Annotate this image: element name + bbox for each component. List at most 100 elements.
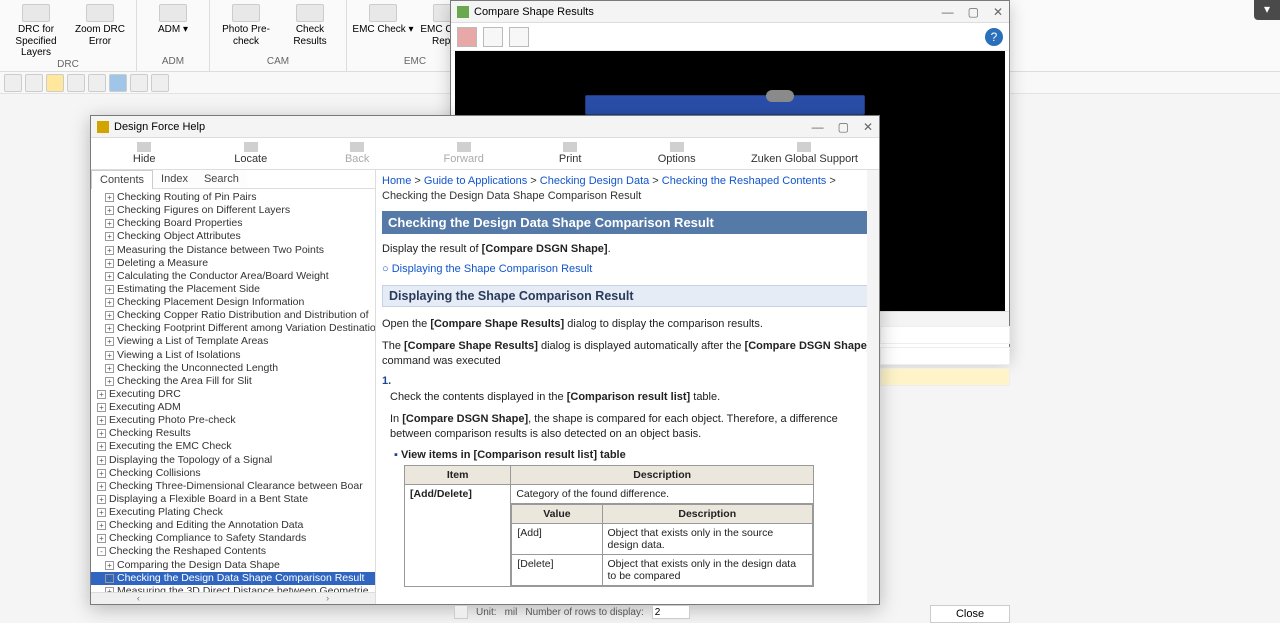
help-window-title: Design Force Help	[114, 121, 205, 133]
tree-item[interactable]: +Checking Copper Ratio Distribution and …	[91, 309, 375, 322]
tree-item[interactable]: +Checking Footprint Different among Vari…	[91, 322, 375, 335]
close-button[interactable]: ✕	[993, 5, 1003, 19]
help-app-icon	[97, 121, 109, 133]
tree-item[interactable]: +Executing Plating Check	[91, 506, 375, 519]
check-results-button[interactable]: Check Results	[278, 2, 342, 47]
unit-icon[interactable]	[454, 605, 468, 619]
auto-para: The [Compare Shape Results] dialog is di…	[382, 339, 873, 370]
step-para-b: In [Compare DSGN Shape], the shape is co…	[390, 412, 873, 443]
tree-item[interactable]: +Checking Compliance to Safety Standards	[91, 532, 375, 545]
footer-status: Unit: mil Number of rows to display:	[454, 605, 690, 619]
side-stack	[880, 326, 1010, 406]
ctool-copy[interactable]	[483, 27, 503, 47]
qtool-7[interactable]	[130, 74, 148, 92]
inner-table: Value Description [Add] Object that exis…	[511, 504, 813, 586]
view-items-heading: View items in [Comparison result list] t…	[394, 449, 873, 461]
tree-item[interactable]: +Executing Photo Pre-check	[91, 414, 375, 427]
help-close-button[interactable]: ✕	[863, 120, 873, 134]
qtool-3[interactable]	[46, 74, 64, 92]
qtool-5[interactable]	[88, 74, 106, 92]
qtool-8[interactable]	[151, 74, 169, 92]
close-button-footer[interactable]: Close	[930, 605, 1010, 623]
help-tree[interactable]: +Checking Routing of Pin Pairs+Checking …	[91, 189, 375, 592]
help-toolbar: Hide Locate Back Forward Print Options Z…	[91, 138, 879, 170]
help-support-button[interactable]: Zuken Global Support	[730, 138, 879, 169]
photo-precheck-button[interactable]: Photo Pre-check	[214, 2, 278, 47]
compare-window-title: Compare Shape Results	[474, 6, 594, 18]
help-options-button[interactable]: Options	[623, 138, 729, 169]
tree-item[interactable]: +Viewing a List of Isolations	[91, 349, 375, 362]
tree-item[interactable]: +Displaying a Flexible Board in a Bent S…	[91, 493, 375, 506]
tree-item[interactable]: +Deleting a Measure	[91, 257, 375, 270]
tree-item[interactable]: +Executing the EMC Check	[91, 440, 375, 453]
tree-item[interactable]: +Measuring the Distance between Two Poin…	[91, 244, 375, 257]
drc-specified-layers-button[interactable]: DRC for Specified Layers	[4, 2, 68, 59]
tree-item[interactable]: +Calculating the Conductor Area/Board We…	[91, 270, 375, 283]
help-back-button[interactable]: Back	[304, 138, 410, 169]
tree-item[interactable]: +Executing ADM	[91, 401, 375, 414]
qtool-1[interactable]	[4, 74, 22, 92]
tree-item[interactable]: +Checking the Unconnected Length	[91, 362, 375, 375]
rows-input[interactable]	[652, 605, 690, 619]
crumb-guide[interactable]: Guide to Applications	[424, 175, 527, 187]
help-locate-button[interactable]: Locate	[197, 138, 303, 169]
tab-contents[interactable]: Contents	[91, 170, 153, 189]
tree-item[interactable]: +Checking Placement Design Information	[91, 296, 375, 309]
tree-item[interactable]: +Comparing the Design Data Shape	[91, 559, 375, 572]
tab-index[interactable]: Index	[153, 170, 196, 188]
side-tab-toggle[interactable]: ▾	[1254, 0, 1280, 20]
compare-toolbar: ?	[451, 23, 1009, 51]
step-para-a: Check the contents displayed in the [Com…	[390, 390, 873, 405]
help-forward-button[interactable]: Forward	[410, 138, 516, 169]
tree-item[interactable]: +Checking the Area Fill for Slit	[91, 375, 375, 388]
tree-item[interactable]: +Checking Routing of Pin Pairs	[91, 191, 375, 204]
compare-window-titlebar[interactable]: Compare Shape Results — ▢ ✕	[451, 1, 1009, 23]
minimize-button[interactable]: —	[942, 5, 954, 19]
ribbon-group-label: EMC	[404, 56, 426, 67]
emc-check-button[interactable]: EMC Check ▾	[351, 2, 415, 47]
help-titlebar[interactable]: Design Force Help — ▢ ✕	[91, 116, 879, 138]
zoom-drc-error-button[interactable]: Zoom DRC Error	[68, 2, 132, 59]
qtool-4[interactable]	[67, 74, 85, 92]
tree-item[interactable]: +Checking Object Attributes	[91, 230, 375, 243]
help-hide-button[interactable]: Hide	[91, 138, 197, 169]
help-icon[interactable]: ?	[985, 28, 1003, 46]
crumb-reshaped[interactable]: Checking the Reshaped Contents	[662, 175, 827, 187]
tree-item[interactable]: +Checking and Editing the Annotation Dat…	[91, 519, 375, 532]
crumb-home[interactable]: Home	[382, 175, 411, 187]
tree-hscroll[interactable]: ‹›	[91, 592, 375, 604]
tree-item[interactable]: -Checking the Reshaped Contents	[91, 545, 375, 558]
tree-item[interactable]: +Checking Collisions	[91, 467, 375, 480]
tab-search[interactable]: Search	[196, 170, 247, 188]
content-scrollbar[interactable]	[867, 170, 879, 604]
tree-item[interactable]: +Checking Figures on Different Layers	[91, 204, 375, 217]
rows-label: Number of rows to display:	[525, 607, 643, 618]
crumb-current: Checking the Design Data Shape Compariso…	[382, 190, 641, 202]
tree-item[interactable]: +Checking Three-Dimensional Clearance be…	[91, 480, 375, 493]
step-number: 1.	[382, 375, 873, 387]
tree-item[interactable]: +Checking Results	[91, 427, 375, 440]
maximize-button[interactable]: ▢	[968, 5, 979, 19]
help-print-button[interactable]: Print	[517, 138, 623, 169]
tree-item[interactable]: +Measuring the 3D Direct Distance betwee…	[91, 585, 375, 592]
th-desc: Description	[511, 465, 814, 484]
qtool-2[interactable]	[25, 74, 43, 92]
section-heading: Displaying the Shape Comparison Result	[382, 285, 873, 307]
help-minimize-button[interactable]: —	[812, 120, 824, 134]
unit-label: Unit:	[476, 607, 497, 618]
tree-item[interactable]: +Viewing a List of Template Areas	[91, 335, 375, 348]
tree-item[interactable]: +Executing DRC	[91, 388, 375, 401]
tree-item[interactable]: +Displaying the Topology of a Signal	[91, 454, 375, 467]
ctool-fit[interactable]	[457, 27, 477, 47]
adm-button[interactable]: ADM ▾	[141, 2, 205, 36]
tree-item[interactable]: +Checking Board Properties	[91, 217, 375, 230]
tree-item[interactable]: +Checking the Design Data Shape Comparis…	[91, 572, 375, 585]
tree-item[interactable]: +Estimating the Placement Side	[91, 283, 375, 296]
ribbon-group-adm: ADM ▾ ADM	[137, 0, 210, 71]
qtool-6[interactable]	[109, 74, 127, 92]
ctool-paste[interactable]	[509, 27, 529, 47]
anchor-link[interactable]: Displaying the Shape Comparison Result	[382, 263, 873, 275]
crumb-checking[interactable]: Checking Design Data	[540, 175, 649, 187]
ribbon-group-label: ADM	[162, 56, 184, 67]
help-maximize-button[interactable]: ▢	[838, 120, 849, 134]
